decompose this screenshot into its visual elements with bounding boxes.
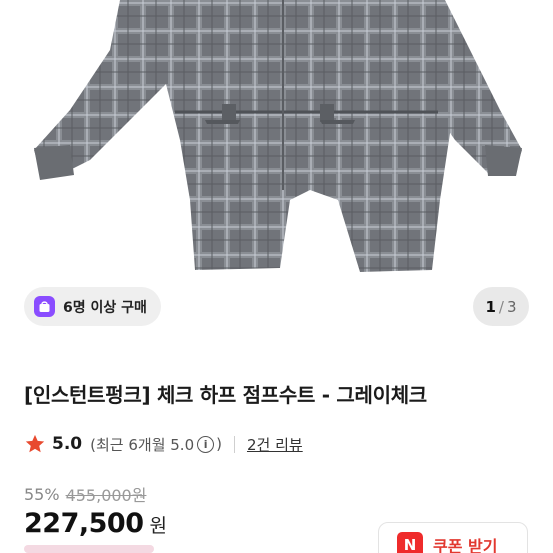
rating-recent: (최근 6개월 5.0 bbox=[90, 435, 195, 454]
price-row: 227,500 원 bbox=[24, 508, 167, 539]
purchase-count-label: 6명 이상 구매 bbox=[63, 299, 147, 316]
price-unit: 원 bbox=[149, 515, 167, 537]
sale-price: 227,500 bbox=[24, 508, 144, 539]
rating-close-paren: ) bbox=[216, 435, 222, 453]
shopping-bag-icon bbox=[34, 296, 55, 317]
discount-row: 55% 455,000원 bbox=[24, 482, 146, 506]
info-icon[interactable]: i bbox=[197, 435, 215, 453]
star-icon bbox=[25, 434, 45, 453]
rating-row: 5.0 (최근 6개월 5.0 i ) 2건 리뷰 bbox=[24, 431, 303, 457]
original-price: 455,000원 bbox=[65, 486, 147, 505]
naver-icon: N bbox=[397, 532, 423, 553]
divider bbox=[233, 435, 235, 453]
coupon-button[interactable]: N 쿠폰 받기 bbox=[378, 522, 528, 553]
discount-rate: 55% bbox=[24, 484, 60, 504]
coupon-label: 쿠폰 받기 bbox=[433, 537, 498, 553]
purchase-count-badge: 6명 이상 구매 bbox=[24, 287, 161, 326]
product-title: [인스턴트펑크] 체크 하프 점프수트 - 그레이체크 bbox=[24, 383, 427, 407]
pager-total: 3 bbox=[506, 297, 517, 316]
pager-separator: / bbox=[498, 297, 504, 316]
partially-visible-element bbox=[24, 545, 154, 553]
pager-current: 1 bbox=[485, 297, 496, 316]
review-link[interactable]: 2건 리뷰 bbox=[247, 434, 303, 455]
image-pager: 1 / 3 bbox=[473, 287, 529, 326]
rating-score: 5.0 bbox=[52, 434, 83, 454]
